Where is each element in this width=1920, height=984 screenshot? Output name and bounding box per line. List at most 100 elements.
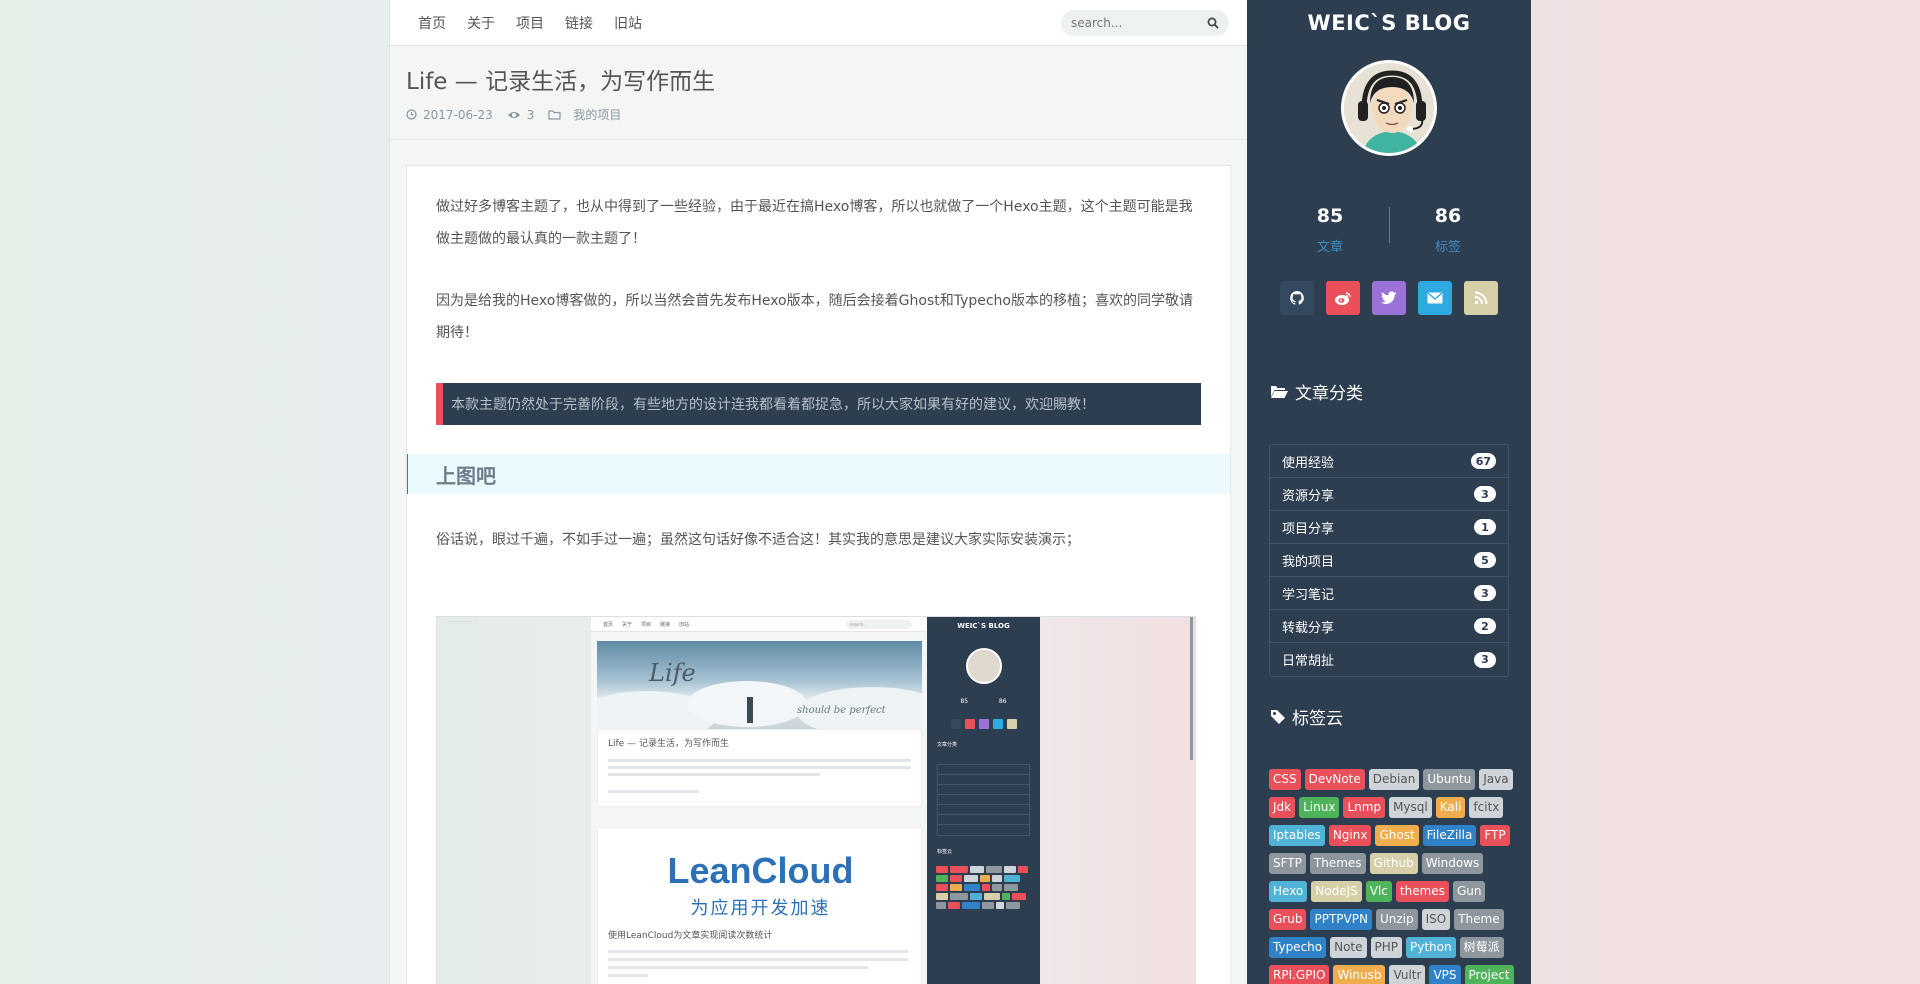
clock-icon <box>406 109 417 120</box>
tag-item[interactable]: Nginx <box>1328 825 1372 846</box>
category-count-badge: 2 <box>1474 618 1496 634</box>
category-count-badge: 3 <box>1474 486 1496 502</box>
preview-tagcloud <box>935 865 1032 910</box>
tag-item[interactable]: Grub <box>1269 909 1307 930</box>
post-views: 3 <box>507 108 534 122</box>
search-box <box>1061 10 1229 36</box>
paragraph-2: 因为是给我的Hexo博客做的，所以当然会首先发布Hexo版本，随后会接着Ghos… <box>436 293 1193 341</box>
folder-open-icon <box>1271 386 1288 398</box>
tag-item[interactable]: Debian <box>1368 769 1420 790</box>
category-item[interactable]: 日常胡扯 3 <box>1270 643 1508 676</box>
nav-item-projects[interactable]: 项目 <box>516 13 544 33</box>
category-name: 我的项目 <box>1282 554 1335 570</box>
post-content: 做过好多博客主题了，也从中得到了一些经验，由于最近在搞Hexo博客，所以也就做了… <box>406 165 1231 984</box>
paragraph-3: 俗话说，眼过千遍，不如手过一遍；虽然这句话好像不适合这！其实我的意思是建议大家实… <box>436 532 1080 548</box>
tag-item[interactable]: FileZilla <box>1422 825 1477 846</box>
search-icon[interactable] <box>1205 15 1221 31</box>
preview-post-title: Life — 记录生活，为写作而生 <box>608 739 729 749</box>
category-item[interactable]: 我的项目 5 <box>1270 544 1508 577</box>
github-button[interactable] <box>1280 281 1314 315</box>
tag-icon <box>1271 709 1285 724</box>
tag-item[interactable]: Linux <box>1299 797 1340 818</box>
eye-icon <box>507 111 520 118</box>
tag-item[interactable]: Vlc <box>1365 881 1392 902</box>
tags-stat[interactable]: 86 标签 <box>1389 205 1507 255</box>
category-item[interactable]: 转载分享 2 <box>1270 610 1508 643</box>
tag-item[interactable]: Github <box>1369 853 1418 874</box>
posts-stat[interactable]: 85 文章 <box>1271 205 1389 255</box>
nav-item-links[interactable]: 链接 <box>565 13 593 33</box>
tag-item[interactable]: Typecho <box>1269 937 1327 958</box>
tag-item[interactable]: Python <box>1406 937 1456 958</box>
blog-title[interactable]: WEIC`S BLOG <box>1247 11 1531 35</box>
tag-item[interactable]: fcitx <box>1469 797 1504 818</box>
tag-item[interactable]: SFTP <box>1269 853 1306 874</box>
category-name: 转载分享 <box>1282 620 1335 636</box>
preview-nav: 首页 关于 项目 链接 旧站 search... <box>591 617 927 632</box>
category-item[interactable]: 学习笔记 3 <box>1270 577 1508 610</box>
tag-item[interactable]: NodeJS <box>1311 881 1362 902</box>
tag-item[interactable]: Project <box>1464 965 1514 984</box>
tag-item[interactable]: themes <box>1395 881 1449 902</box>
tag-item[interactable]: RPI.GPIO <box>1269 965 1330 984</box>
tag-item[interactable]: Java <box>1479 769 1513 790</box>
tag-item[interactable]: DevNote <box>1304 769 1365 790</box>
category-item[interactable]: 资源分享 3 <box>1270 478 1508 511</box>
tag-item[interactable]: Windows <box>1421 853 1484 874</box>
tag-item[interactable]: Vultr <box>1389 965 1426 984</box>
preview-lighthouse <box>747 697 753 723</box>
tag-item[interactable]: Iptables <box>1269 825 1325 846</box>
preview-leancloud-logo: LeanCloud <box>667 850 854 891</box>
paragraph-1: 做过好多博客主题了，也从中得到了一些经验，由于最近在搞Hexo博客，所以也就做了… <box>436 199 1193 247</box>
weibo-icon <box>1335 292 1351 305</box>
category-count-badge: 1 <box>1474 519 1496 535</box>
github-icon <box>1290 291 1304 305</box>
tag-item[interactable]: Winusb <box>1333 965 1386 984</box>
tag-item[interactable]: Lnmp <box>1343 797 1386 818</box>
nav-item-old-site[interactable]: 旧站 <box>614 13 642 33</box>
tag-item[interactable]: Theme <box>1454 909 1504 930</box>
preview-categories-title: 文章分类 <box>937 742 958 748</box>
nav-links: 首页 关于 项目 链接 旧站 <box>418 0 663 46</box>
main-column: 首页 关于 项目 链接 旧站 Life — 记录生活，为写作而生 2017-06… <box>389 0 1247 984</box>
rss-button[interactable] <box>1464 281 1498 315</box>
tag-item[interactable]: Unzip <box>1375 909 1418 930</box>
tag-item[interactable]: Kali <box>1435 797 1466 818</box>
tag-item[interactable]: PHP <box>1370 937 1403 958</box>
tag-item[interactable]: Mysql <box>1389 797 1432 818</box>
mail-button[interactable] <box>1418 281 1452 315</box>
category-name: 项目分享 <box>1282 521 1335 537</box>
tag-item[interactable]: Note <box>1330 937 1367 958</box>
category-name: 学习笔记 <box>1282 587 1335 603</box>
nav-item-home[interactable]: 首页 <box>418 13 446 33</box>
preview-main: 首页 关于 项目 链接 旧站 search... Life should be … <box>591 617 927 984</box>
tag-item[interactable]: CSS <box>1269 769 1301 790</box>
tag-item[interactable]: Ghost <box>1375 825 1419 846</box>
tag-item[interactable]: Ubuntu <box>1423 769 1476 790</box>
nav-item-about[interactable]: 关于 <box>467 13 495 33</box>
twitter-button[interactable] <box>1372 281 1406 315</box>
category-item[interactable]: 项目分享 1 <box>1270 511 1508 544</box>
tag-item[interactable]: Jdk <box>1269 797 1296 818</box>
tag-item[interactable]: Themes <box>1309 853 1366 874</box>
post-category-link[interactable]: 我的项目 <box>573 106 621 123</box>
preview-nav-item: 链接 <box>660 621 671 628</box>
tag-item[interactable]: PPTPVPN <box>1310 909 1372 930</box>
post-category[interactable]: 我的项目 <box>548 106 621 123</box>
tag-item[interactable]: VPS <box>1429 965 1461 984</box>
weibo-button[interactable] <box>1326 281 1360 315</box>
tag-item[interactable]: FTP <box>1480 825 1510 846</box>
posts-count: 85 <box>1316 205 1344 227</box>
tag-item[interactable]: Hexo <box>1269 881 1308 902</box>
search-input[interactable] <box>1071 16 1201 30</box>
category-name: 日常胡扯 <box>1282 654 1335 669</box>
avatar[interactable] <box>1341 60 1437 156</box>
folder-icon <box>548 110 561 120</box>
tag-item[interactable]: 树莓派 <box>1459 937 1504 958</box>
tag-item[interactable]: Gun <box>1452 881 1486 902</box>
preview-social <box>927 719 1040 729</box>
preview-tags-title: 标签云 <box>937 849 953 855</box>
preview-avatar <box>965 648 1002 684</box>
category-item[interactable]: 使用经验 67 <box>1270 445 1508 478</box>
tag-item[interactable]: ISO <box>1421 909 1451 930</box>
